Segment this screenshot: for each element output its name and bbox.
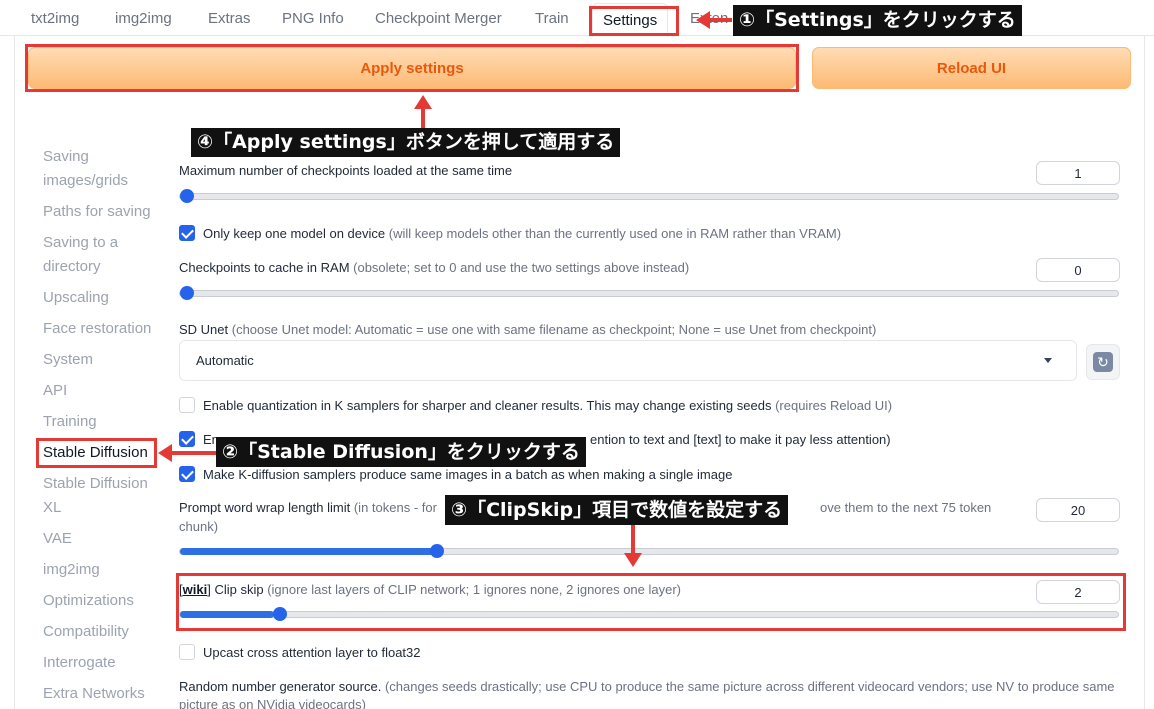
cache-ram-input[interactable]: 0 bbox=[1036, 258, 1120, 282]
rng-label: Random number generator source. (changes… bbox=[179, 679, 1115, 694]
annotation-step3: ③「ClipSkip」項目で数値を設定する bbox=[445, 495, 789, 525]
apply-settings-button[interactable]: Apply settings bbox=[28, 47, 796, 89]
sidebar-item-optimizations[interactable]: Optimizations bbox=[43, 589, 158, 613]
quantization-label: Enable quantization in K samplers for sh… bbox=[203, 398, 893, 413]
sd-unet-select[interactable]: Automatic bbox=[179, 340, 1077, 381]
clip-skip-label: [wiki] Clip skip (ignore last layers of … bbox=[179, 582, 682, 597]
sd-unet-value: Automatic bbox=[196, 353, 254, 368]
arrow-step2 bbox=[170, 451, 216, 455]
sidebar-item-stable-diffusion-xl[interactable]: Stable Diffusion XL bbox=[43, 472, 158, 520]
sidebar-item-saving-images[interactable]: Saving images/grids bbox=[43, 145, 158, 193]
sidebar-item-stable-diffusion[interactable]: Stable Diffusion bbox=[43, 441, 158, 465]
sidebar-item-compatibility[interactable]: Compatibility bbox=[43, 620, 158, 644]
wrap-limit-hint-line2: chunk) bbox=[179, 519, 219, 534]
wrap-limit-hint-end: ove them to the next 75 token bbox=[820, 500, 992, 515]
annotation-step4: ④「Apply settings」ボタンを押して適用する bbox=[191, 128, 621, 157]
refresh-unet-button[interactable]: ↻ bbox=[1086, 344, 1120, 380]
sidebar-item-face-restoration[interactable]: Face restoration bbox=[43, 317, 158, 341]
sidebar-item-interrogate[interactable]: Interrogate bbox=[43, 651, 158, 675]
wrap-limit-slider-thumb[interactable] bbox=[430, 544, 444, 558]
annotation-step2: ②「Stable Diffusion」をクリックする bbox=[216, 437, 586, 467]
arrow-step1 bbox=[708, 18, 732, 22]
cache-ram-slider-thumb[interactable] bbox=[180, 286, 194, 300]
tab-settings[interactable]: Settings bbox=[592, 3, 669, 37]
sidebar-item-system[interactable]: System bbox=[43, 348, 158, 372]
sidebar-item-paths[interactable]: Paths for saving bbox=[43, 200, 158, 224]
quantization-checkbox[interactable] bbox=[179, 397, 195, 413]
tab-train[interactable]: Train bbox=[535, 10, 569, 27]
sidebar-item-saving-directory[interactable]: Saving to a directory bbox=[43, 231, 158, 279]
tab-img2img[interactable]: img2img bbox=[115, 10, 172, 27]
max-checkpoints-input[interactable]: 1 bbox=[1036, 161, 1120, 185]
emphasis-label-end: ention to text and [text] to make it pay… bbox=[590, 432, 891, 447]
annotation-step1: ①「Settings」をクリックする bbox=[733, 5, 1022, 36]
wiki-link[interactable]: wiki bbox=[183, 582, 208, 597]
max-checkpoints-slider-thumb[interactable] bbox=[180, 189, 194, 203]
refresh-icon: ↻ bbox=[1093, 352, 1113, 372]
one-model-checkbox[interactable] bbox=[179, 225, 195, 241]
upcast-label: Upcast cross attention layer to float32 bbox=[203, 645, 421, 660]
cache-ram-label: Checkpoints to cache in RAM (obsolete; s… bbox=[179, 260, 690, 275]
tab-extras[interactable]: Extras bbox=[208, 10, 251, 27]
emphasis-checkbox[interactable] bbox=[179, 431, 195, 447]
max-checkpoints-label: Maximum number of checkpoints loaded at … bbox=[179, 163, 513, 178]
sidebar-item-api[interactable]: API bbox=[43, 379, 158, 403]
max-checkpoints-slider[interactable] bbox=[179, 189, 1119, 203]
rng-hint-line2: picture as on NVidia videocards) bbox=[179, 697, 366, 709]
clip-skip-slider-thumb[interactable] bbox=[273, 607, 287, 621]
reload-ui-button[interactable]: Reload UI bbox=[812, 47, 1131, 89]
wrap-limit-input[interactable]: 20 bbox=[1036, 498, 1120, 522]
clip-skip-slider[interactable] bbox=[179, 607, 1119, 621]
sidebar-item-upscaling[interactable]: Upscaling bbox=[43, 286, 158, 310]
sidebar-item-extra-networks[interactable]: Extra Networks bbox=[43, 682, 158, 706]
wrap-limit-slider[interactable] bbox=[179, 544, 1119, 558]
arrow-head-step3 bbox=[624, 553, 642, 567]
sd-unet-label: SD Unet (choose Unet model: Automatic = … bbox=[179, 322, 877, 337]
sidebar-item-img2img[interactable]: img2img bbox=[43, 558, 158, 582]
wrap-limit-slider-fill bbox=[180, 548, 434, 555]
sidebar-item-training[interactable]: Training bbox=[43, 410, 158, 434]
clip-skip-input[interactable]: 2 bbox=[1036, 580, 1120, 604]
wrap-limit-label: Prompt word wrap length limit (in tokens… bbox=[179, 500, 437, 515]
arrow-step4 bbox=[421, 108, 425, 128]
kdiffusion-label: Make K-diffusion samplers produce same i… bbox=[203, 467, 733, 482]
kdiffusion-checkbox[interactable] bbox=[179, 466, 195, 482]
clip-skip-slider-fill bbox=[180, 611, 274, 618]
upcast-checkbox[interactable] bbox=[179, 644, 195, 660]
tab-png-info[interactable]: PNG Info bbox=[282, 10, 344, 27]
tab-checkpoint-merger[interactable]: Checkpoint Merger bbox=[375, 10, 502, 27]
tab-txt2img[interactable]: txt2img bbox=[31, 10, 79, 27]
cache-ram-slider[interactable] bbox=[179, 286, 1119, 300]
sidebar-item-vae[interactable]: VAE bbox=[43, 527, 158, 551]
one-model-label: Only keep one model on device (will keep… bbox=[203, 226, 842, 241]
arrow-step3 bbox=[631, 525, 635, 555]
chevron-down-icon bbox=[1044, 358, 1052, 363]
arrow-head-step4 bbox=[414, 95, 432, 109]
